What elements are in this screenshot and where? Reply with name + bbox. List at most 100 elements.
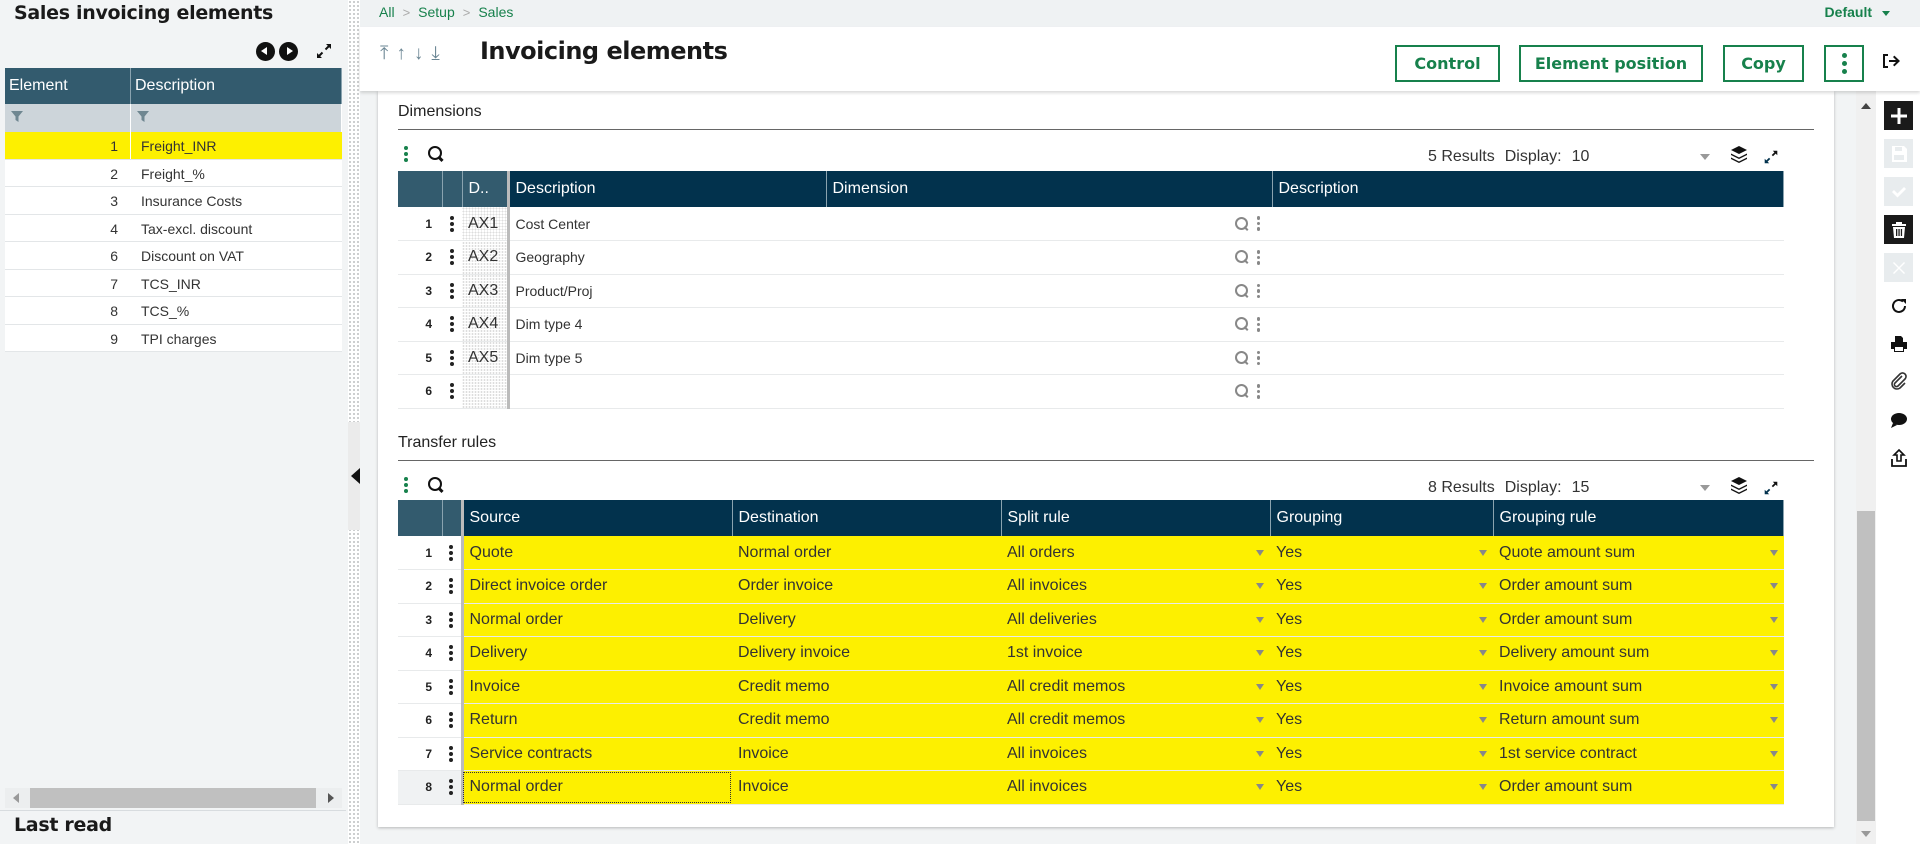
dimensions-row[interactable]: 6 xyxy=(398,374,1784,409)
grid-menu-icon[interactable] xyxy=(404,146,408,162)
breadcrumb-setup[interactable]: Setup xyxy=(418,4,455,20)
print-button[interactable] xyxy=(1884,329,1913,358)
source-cell[interactable]: Service contracts xyxy=(460,737,732,771)
row-menu-icon[interactable] xyxy=(446,779,457,796)
expand-icon[interactable] xyxy=(1762,479,1780,497)
grouping-select[interactable]: Yes xyxy=(1270,703,1493,738)
caret-down-icon[interactable] xyxy=(1769,717,1778,724)
validate-button[interactable] xyxy=(1884,177,1913,206)
destination-cell[interactable]: Delivery xyxy=(732,603,1001,637)
split-rule-select[interactable]: All credit memos xyxy=(1001,670,1270,704)
layers-icon[interactable] xyxy=(1730,476,1748,499)
left-grid-row[interactable]: 8 TCS_% xyxy=(5,297,342,325)
row-menu-icon[interactable] xyxy=(446,745,457,762)
comment-button[interactable] xyxy=(1884,405,1913,434)
field-menu-icon[interactable] xyxy=(1256,283,1260,298)
lookup-icon[interactable] xyxy=(1234,350,1249,365)
display-select[interactable]: 10 xyxy=(1572,148,1682,166)
caret-down-icon[interactable] xyxy=(1479,583,1487,590)
left-grid-row[interactable]: 3 Insurance Costs xyxy=(5,187,342,215)
caret-down-icon[interactable] xyxy=(1256,583,1264,590)
column-header-grouping[interactable]: Grouping xyxy=(1270,500,1494,536)
column-header-dimension[interactable]: Dimension xyxy=(826,171,1273,207)
breadcrumb-sales[interactable]: Sales xyxy=(478,4,513,20)
row-actions[interactable] xyxy=(442,207,462,241)
row-menu-icon[interactable] xyxy=(446,249,458,266)
grid-menu-icon[interactable] xyxy=(404,477,408,493)
left-grid-row[interactable]: 7 TCS_INR xyxy=(5,269,342,297)
next-icon[interactable] xyxy=(279,41,298,61)
grouping-select[interactable]: Yes xyxy=(1270,536,1493,570)
transfer-rule-row[interactable]: 4 Delivery Delivery invoice 1st invoice … xyxy=(398,636,1784,671)
search-icon[interactable] xyxy=(428,477,444,493)
more-actions-button[interactable] xyxy=(1824,45,1864,82)
caret-down-icon[interactable] xyxy=(1256,650,1264,657)
scroll-left-icon[interactable] xyxy=(13,793,19,803)
field-menu-icon[interactable] xyxy=(1256,250,1260,265)
lookup-icon[interactable] xyxy=(1234,283,1249,298)
filter-description[interactable] xyxy=(131,104,342,132)
field-menu-icon[interactable] xyxy=(1256,317,1260,332)
row-actions[interactable] xyxy=(442,737,462,771)
caret-down-icon[interactable] xyxy=(1769,683,1778,690)
caret-down-icon[interactable] xyxy=(1256,549,1264,556)
refresh-button[interactable] xyxy=(1884,291,1913,320)
grouping-rule-select[interactable]: 1st service contract xyxy=(1493,737,1784,771)
caret-down-icon[interactable] xyxy=(1769,650,1778,657)
source-cell[interactable]: Delivery xyxy=(460,636,732,671)
caret-down-icon[interactable] xyxy=(1256,750,1264,757)
row-actions[interactable] xyxy=(442,770,462,805)
transfer-rule-row[interactable]: 5 Invoice Credit memo All credit memos Y… xyxy=(398,670,1784,704)
caret-down-icon[interactable] xyxy=(1769,750,1778,757)
grouping-rule-select[interactable]: Order amount sum xyxy=(1493,603,1784,637)
filter-element[interactable] xyxy=(5,104,131,132)
destination-cell[interactable]: Order invoice xyxy=(732,569,1001,604)
vertical-scrollbar[interactable] xyxy=(1856,91,1876,844)
element-position-button[interactable]: Element position xyxy=(1519,45,1703,82)
grouping-rule-select[interactable]: Order amount sum xyxy=(1493,770,1784,805)
lookup-icon[interactable] xyxy=(1234,317,1249,331)
dimensions-row[interactable]: 5 AX5 Dim type 5 xyxy=(398,341,1784,375)
grouping-select[interactable]: Yes xyxy=(1270,603,1493,637)
last-read-title[interactable]: Last read xyxy=(14,814,112,836)
lookup-icon[interactable] xyxy=(1234,384,1249,398)
source-cell[interactable]: Normal order xyxy=(460,603,732,637)
split-rule-select[interactable]: All invoices xyxy=(1001,770,1270,805)
caret-down-icon[interactable] xyxy=(1479,683,1487,690)
row-menu-icon[interactable] xyxy=(446,678,457,695)
source-cell[interactable]: Normal order xyxy=(460,770,732,805)
left-grid-row[interactable]: 9 TPI charges xyxy=(5,324,342,352)
dimension-cell[interactable] xyxy=(826,240,1272,275)
row-menu-icon[interactable] xyxy=(446,349,458,366)
split-rule-select[interactable]: All deliveries xyxy=(1001,603,1270,637)
column-header-description[interactable]: Description xyxy=(131,68,342,104)
row-actions[interactable] xyxy=(442,603,462,637)
row-actions[interactable] xyxy=(442,240,462,275)
left-grid-row[interactable]: 1 Freight_INR xyxy=(5,132,342,160)
scroll-right-icon[interactable] xyxy=(328,793,334,803)
lookup-icon[interactable] xyxy=(1234,216,1249,231)
source-cell[interactable]: Return xyxy=(460,703,732,738)
caret-down-icon[interactable] xyxy=(1699,484,1710,491)
grouping-rule-select[interactable]: Quote amount sum xyxy=(1493,536,1784,570)
caret-down-icon[interactable] xyxy=(1256,784,1264,791)
expand-icon[interactable] xyxy=(1762,148,1780,166)
destination-cell[interactable]: Credit memo xyxy=(732,670,1001,704)
caret-down-icon[interactable] xyxy=(1479,616,1487,623)
grouping-rule-select[interactable]: Order amount sum xyxy=(1493,569,1784,604)
row-actions[interactable] xyxy=(442,670,462,704)
dimensions-row[interactable]: 2 AX2 Geography xyxy=(398,240,1784,275)
cancel-button[interactable] xyxy=(1884,253,1913,282)
panel-splitter[interactable] xyxy=(348,0,360,844)
split-rule-select[interactable]: All orders xyxy=(1001,536,1270,570)
caret-down-icon[interactable] xyxy=(1479,650,1487,657)
grouping-rule-select[interactable]: Invoice amount sum xyxy=(1493,670,1784,704)
scroll-down-icon[interactable] xyxy=(1861,831,1871,837)
field-menu-icon[interactable] xyxy=(1256,350,1260,365)
profile-selector[interactable]: Default xyxy=(1825,4,1890,20)
column-header-dimension-description[interactable]: Description xyxy=(1272,171,1784,207)
breadcrumb-all[interactable]: All xyxy=(379,4,395,20)
column-header-dimension-code[interactable]: D.. xyxy=(462,171,509,207)
grouping-select[interactable]: Yes xyxy=(1270,737,1493,771)
left-grid-row[interactable]: 2 Freight_% xyxy=(5,159,342,187)
